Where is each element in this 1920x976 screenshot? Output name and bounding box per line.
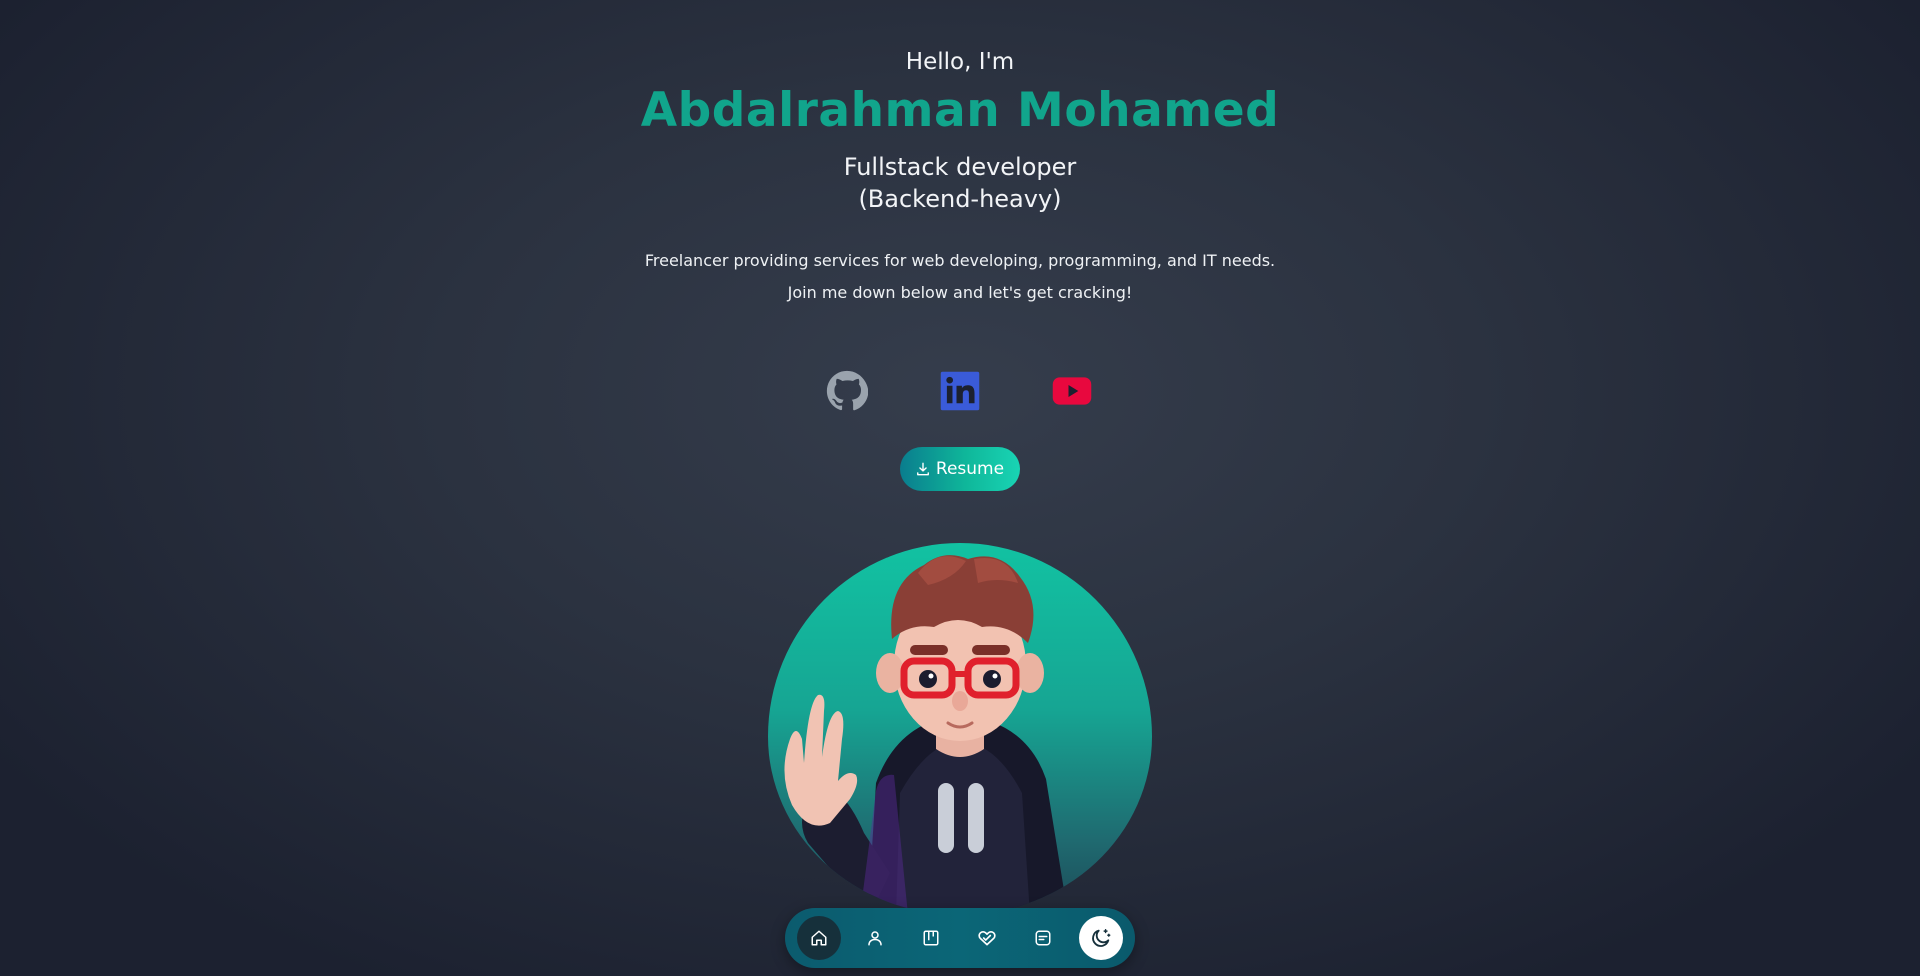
theme-toggle-button[interactable] (1079, 916, 1123, 960)
contact-icon (1035, 930, 1051, 946)
description-line-1: Freelancer providing services for web de… (644, 251, 1276, 270)
youtube-icon (1052, 377, 1092, 405)
role-line-2: (Backend-heavy) (858, 185, 1062, 213)
role-title: Fullstack developer (Backend-heavy) (0, 151, 1920, 215)
linkedin-icon (940, 371, 980, 411)
nav-portfolio[interactable] (909, 916, 953, 960)
greeting-text: Hello, I'm (905, 49, 1015, 75)
youtube-link[interactable] (1051, 370, 1093, 412)
portfolio-icon (923, 930, 939, 946)
avatar (768, 543, 1152, 915)
author-name: Abdalrahman Mohamed (640, 83, 1280, 138)
nav-home[interactable] (797, 916, 841, 960)
linkedin-link[interactable] (939, 370, 981, 412)
social-links (826, 370, 1094, 412)
github-link[interactable] (826, 370, 869, 412)
nav-services[interactable] (965, 916, 1009, 960)
moon-icon (1092, 929, 1111, 947)
resume-download-button[interactable]: Resume (900, 447, 1020, 491)
role-line-1: Fullstack developer (843, 153, 1077, 181)
user-icon (868, 931, 882, 946)
nav-about[interactable] (853, 916, 897, 960)
services-icon (978, 930, 996, 946)
github-icon (826, 370, 869, 411)
bottom-navbar (785, 908, 1135, 968)
nav-contact[interactable] (1021, 916, 1065, 960)
resume-label: Resume (935, 459, 1005, 479)
avatar-illustration (784, 555, 1068, 915)
description-line-2: Join me down below and let's get crackin… (787, 283, 1133, 302)
description: Freelancer providing services for web de… (0, 245, 1920, 309)
home-icon (811, 930, 827, 946)
download-icon (916, 462, 929, 476)
